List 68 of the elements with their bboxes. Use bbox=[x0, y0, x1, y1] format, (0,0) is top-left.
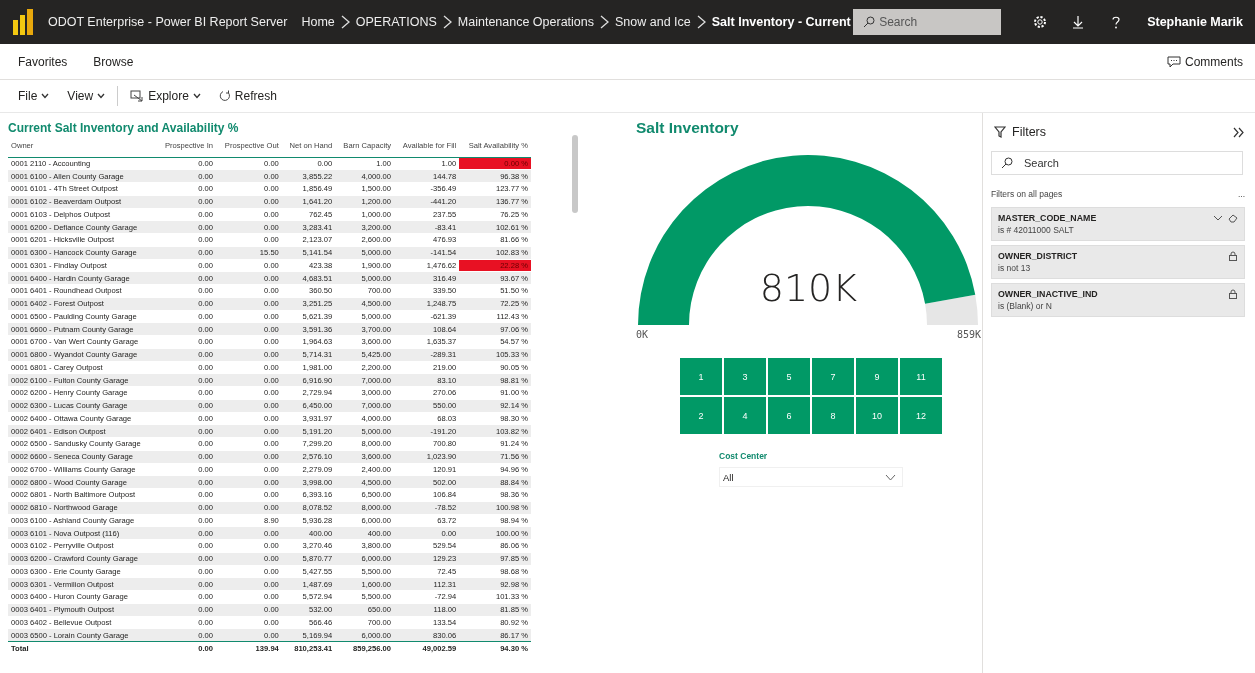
filter-name: OWNER_INACTIVE_IND bbox=[998, 289, 1099, 299]
chevron-down-icon bbox=[97, 93, 106, 99]
nav-link[interactable]: Favorites bbox=[18, 54, 68, 69]
filter-icon bbox=[994, 126, 1006, 138]
chevron-down-icon[interactable] bbox=[1213, 213, 1223, 223]
nav-link[interactable]: Browse bbox=[93, 54, 134, 69]
filter-condition: is (Blank) or N bbox=[998, 301, 1053, 311]
settings-icon[interactable] bbox=[1033, 15, 1048, 29]
filter-card[interactable]: MASTER_CODE_NAME is # 42011000 SALT bbox=[991, 207, 1245, 241]
eraser-icon[interactable] bbox=[1228, 213, 1238, 223]
slicer-tile[interactable]: 5 bbox=[768, 358, 810, 395]
user-name[interactable]: Stephanie Marik bbox=[1147, 15, 1243, 29]
chevron-down-icon bbox=[41, 93, 50, 99]
gauge-max-label: 859K bbox=[956, 329, 981, 340]
section-label: Filters on all pages bbox=[991, 189, 1063, 199]
slicer-tile[interactable]: 12 bbox=[900, 397, 942, 434]
gauge-track bbox=[925, 294, 978, 325]
filter-card[interactable]: OWNER_DISTRICT is not 13 bbox=[991, 245, 1245, 279]
chevron-down-icon bbox=[192, 93, 201, 99]
chevron-icon bbox=[442, 15, 452, 29]
app-title[interactable]: ODOT Enterprise - Power BI Report Server bbox=[48, 15, 288, 29]
filter-condition: is not 13 bbox=[998, 263, 1032, 273]
slicer-tile[interactable]: 7 bbox=[812, 358, 854, 395]
filter-search-field[interactable]: Search bbox=[991, 151, 1243, 175]
toolbar-button[interactable]: View bbox=[67, 89, 106, 103]
gauge-value: 810K bbox=[759, 269, 858, 307]
gauge-title: Salt Inventory bbox=[636, 119, 740, 137]
chevron-icon bbox=[340, 15, 350, 29]
refresh-icon bbox=[218, 90, 231, 102]
comments-button[interactable]: Comments bbox=[1167, 54, 1243, 69]
filter-condition: is # 42011000 SALT bbox=[998, 225, 1075, 235]
power-bi-logo[interactable] bbox=[12, 8, 34, 36]
slicer-tile[interactable]: 8 bbox=[812, 397, 854, 434]
slicer-tile[interactable]: 2 bbox=[680, 397, 722, 434]
toolbar-button[interactable]: Refresh bbox=[218, 89, 277, 103]
breadcrumb-link[interactable]: Salt Inventory - Current bbox=[711, 15, 851, 29]
filters-title: Filters bbox=[1012, 125, 1047, 139]
filter-card[interactable]: OWNER_INACTIVE_IND is (Blank) or N bbox=[991, 283, 1245, 317]
comment-icon bbox=[1167, 55, 1181, 68]
more-options[interactable]: ... bbox=[1237, 189, 1245, 199]
slicer-tile[interactable]: 11 bbox=[900, 358, 942, 395]
explore-icon bbox=[130, 90, 145, 102]
collapse-icon[interactable] bbox=[1233, 126, 1245, 138]
slicer-tile[interactable]: 6 bbox=[768, 397, 810, 434]
breadcrumb-link[interactable]: Home bbox=[301, 15, 335, 29]
slicer-tile[interactable]: 9 bbox=[856, 358, 898, 395]
download-icon[interactable] bbox=[1071, 15, 1086, 29]
dropdown-value: All bbox=[723, 471, 734, 483]
table-title: Current Salt Inventory and Availability % bbox=[8, 121, 240, 135]
filter-name: MASTER_CODE_NAME bbox=[998, 213, 1098, 223]
slicer-tile[interactable]: 10 bbox=[856, 397, 898, 434]
filter-name: OWNER_DISTRICT bbox=[998, 251, 1079, 261]
toolbar-button[interactable]: File bbox=[18, 89, 50, 103]
scrollbar-thumb[interactable] bbox=[572, 135, 578, 213]
chevron-down-icon bbox=[885, 473, 896, 481]
slicer-tile[interactable]: 3 bbox=[724, 358, 766, 395]
slicer-tile[interactable]: 4 bbox=[724, 397, 766, 434]
breadcrumb-link[interactable]: Snow and Ice bbox=[615, 15, 691, 29]
cost-center-dropdown[interactable]: All bbox=[719, 467, 903, 487]
dropdown-label: Cost Center bbox=[719, 451, 769, 461]
chevron-icon bbox=[600, 15, 609, 29]
chevron-icon bbox=[696, 15, 706, 29]
toolbar-button[interactable]: Explore bbox=[130, 89, 201, 103]
slicer-tile[interactable]: 1 bbox=[680, 358, 722, 395]
search-field[interactable]: Search bbox=[853, 9, 1002, 35]
breadcrumb-link[interactable]: OPERATIONS bbox=[355, 15, 437, 29]
gauge-min-label: 0K bbox=[636, 329, 649, 340]
breadcrumb-link[interactable]: Maintenance Operations bbox=[457, 15, 594, 29]
